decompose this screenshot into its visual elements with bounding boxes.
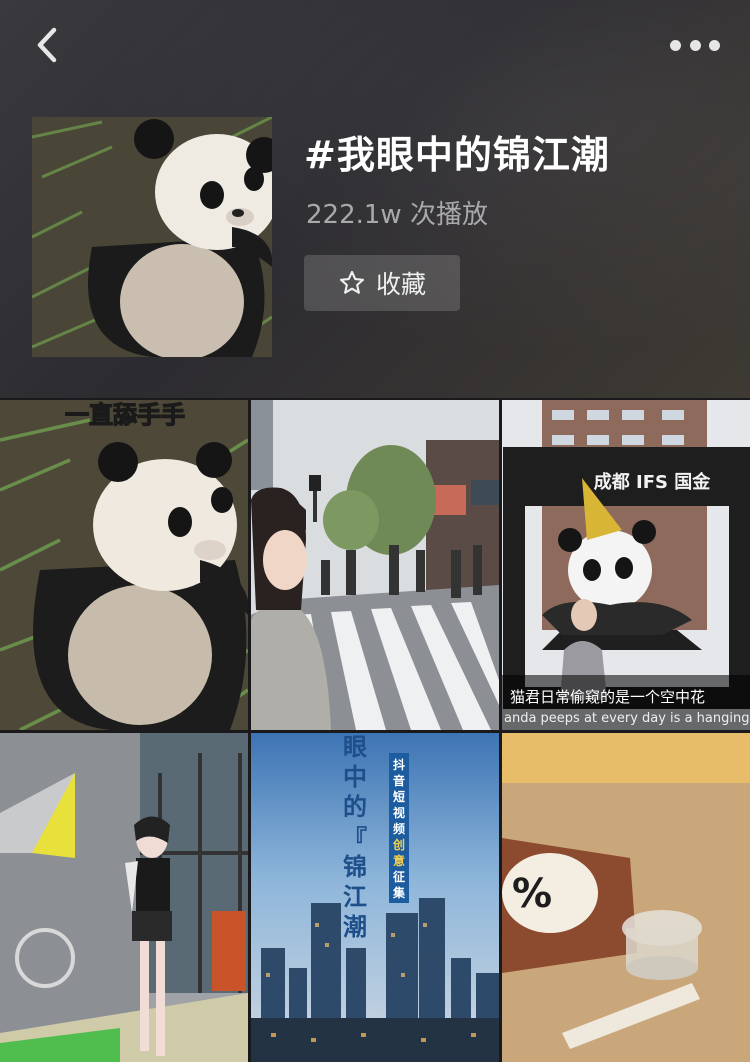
- favorite-button[interactable]: 收藏: [304, 255, 460, 311]
- favorite-label: 收藏: [375, 270, 426, 299]
- back-button[interactable]: [30, 22, 70, 68]
- topic-title: #我眼中的锦江潮: [304, 133, 610, 177]
- chevron-left-icon: [37, 27, 57, 63]
- video-thumbnail-ifs[interactable]: 成都 IFS 国金 猫君日常偷窥的是一个空中花 anda peeps at ev…: [502, 400, 750, 730]
- video-thumbnail-coffee[interactable]: %: [502, 733, 750, 1062]
- poster-vertical-title: 眼中的『锦江潮: [343, 733, 367, 941]
- video-thumbnail-girl[interactable]: [0, 733, 248, 1062]
- star-outline-icon: [339, 270, 365, 294]
- topic-cover-image: [32, 117, 272, 357]
- percent-logo: %: [512, 871, 552, 917]
- video-caption: 一直舔手手: [65, 401, 185, 429]
- play-count: 222.1w 次播放: [306, 200, 488, 230]
- topic-header: #我眼中的锦江潮 222.1w 次播放 收藏: [0, 0, 750, 398]
- more-horizontal-icon: [670, 39, 681, 51]
- more-button[interactable]: [670, 30, 720, 60]
- video-caption-en: anda peeps at every day is a hanging: [504, 711, 749, 726]
- video-caption-cn: 猫君日常偷窥的是一个空中花: [510, 688, 705, 706]
- ifs-sign: 成都 IFS 国金: [594, 471, 711, 493]
- video-grid: 一直舔手手 成都 IFS 国金 猫君日常偷窥的是一个空中花 anda peeps…: [0, 400, 750, 1062]
- video-thumbnail-city-poster[interactable]: 眼中的『锦江潮 抖音短视频创意征集: [251, 733, 499, 1062]
- poster-banner: 抖音短视频创意征集: [392, 757, 406, 900]
- video-thumbnail-street[interactable]: [251, 400, 499, 730]
- video-thumbnail-panda[interactable]: 一直舔手手: [0, 400, 248, 730]
